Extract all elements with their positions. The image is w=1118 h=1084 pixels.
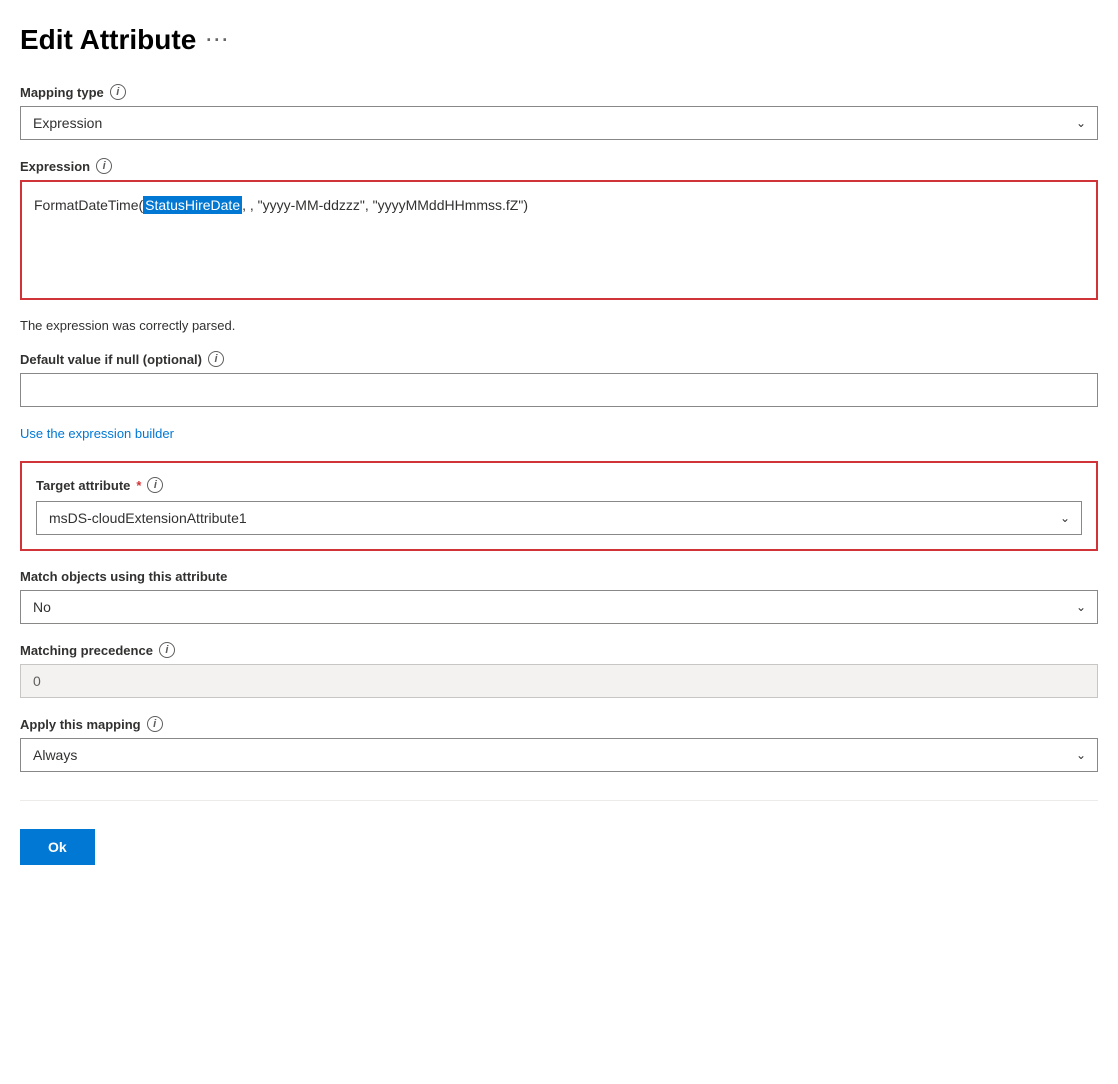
match-objects-group: Match objects using this attribute No Ye… [20,569,1098,624]
matching-precedence-label: Matching precedence i [20,642,1098,658]
required-star: * [136,478,141,493]
apply-mapping-info-icon[interactable]: i [147,716,163,732]
mapping-type-info-icon[interactable]: i [110,84,126,100]
mapping-type-select-wrapper: Expression Direct Constant None ⌄ [20,106,1098,140]
divider [20,800,1098,801]
apply-mapping-select-wrapper: Always Only during object creation Only … [20,738,1098,772]
default-value-label: Default value if null (optional) i [20,351,1098,367]
expression-label: Expression i [20,158,1098,174]
match-objects-select[interactable]: No Yes [20,590,1098,624]
matching-precedence-group: Matching precedence i [20,642,1098,698]
match-objects-select-wrapper: No Yes ⌄ [20,590,1098,624]
apply-mapping-label: Apply this mapping i [20,716,1098,732]
page-title: Edit Attribute [20,24,196,56]
expression-builder-link[interactable]: Use the expression builder [20,426,174,441]
target-attribute-label: Target attribute * i [36,477,1082,493]
expression-suffix: , , "yyyy-MM-ddzzz", "yyyyMMddHHmmss.fZ"… [242,197,528,213]
ok-button[interactable]: Ok [20,829,95,865]
mapping-type-label: Mapping type i [20,84,1098,100]
parsed-message: The expression was correctly parsed. [20,318,1098,333]
target-attribute-info-icon[interactable]: i [147,477,163,493]
page-title-container: Edit Attribute ··· [20,24,1098,56]
expression-input[interactable]: FormatDateTime(StatusHireDate, , "yyyy-M… [20,180,1098,300]
expression-highlighted-token: StatusHireDate [143,196,242,214]
default-value-group: Default value if null (optional) i [20,351,1098,407]
expression-prefix: FormatDateTime( [34,197,143,213]
default-value-info-icon[interactable]: i [208,351,224,367]
apply-mapping-select[interactable]: Always Only during object creation Only … [20,738,1098,772]
mapping-type-select[interactable]: Expression Direct Constant None [20,106,1098,140]
target-attribute-section: Target attribute * i msDS-cloudExtension… [20,461,1098,551]
apply-mapping-group: Apply this mapping i Always Only during … [20,716,1098,772]
target-attribute-select[interactable]: msDS-cloudExtensionAttribute1 [36,501,1082,535]
default-value-input[interactable] [20,373,1098,407]
ellipsis-menu[interactable]: ··· [206,30,230,51]
expression-group: Expression i FormatDateTime(StatusHireDa… [20,158,1098,300]
mapping-type-group: Mapping type i Expression Direct Constan… [20,84,1098,140]
target-attribute-select-wrapper: msDS-cloudExtensionAttribute1 ⌄ [36,501,1082,535]
matching-precedence-info-icon[interactable]: i [159,642,175,658]
expression-info-icon[interactable]: i [96,158,112,174]
match-objects-label: Match objects using this attribute [20,569,1098,584]
matching-precedence-input [20,664,1098,698]
